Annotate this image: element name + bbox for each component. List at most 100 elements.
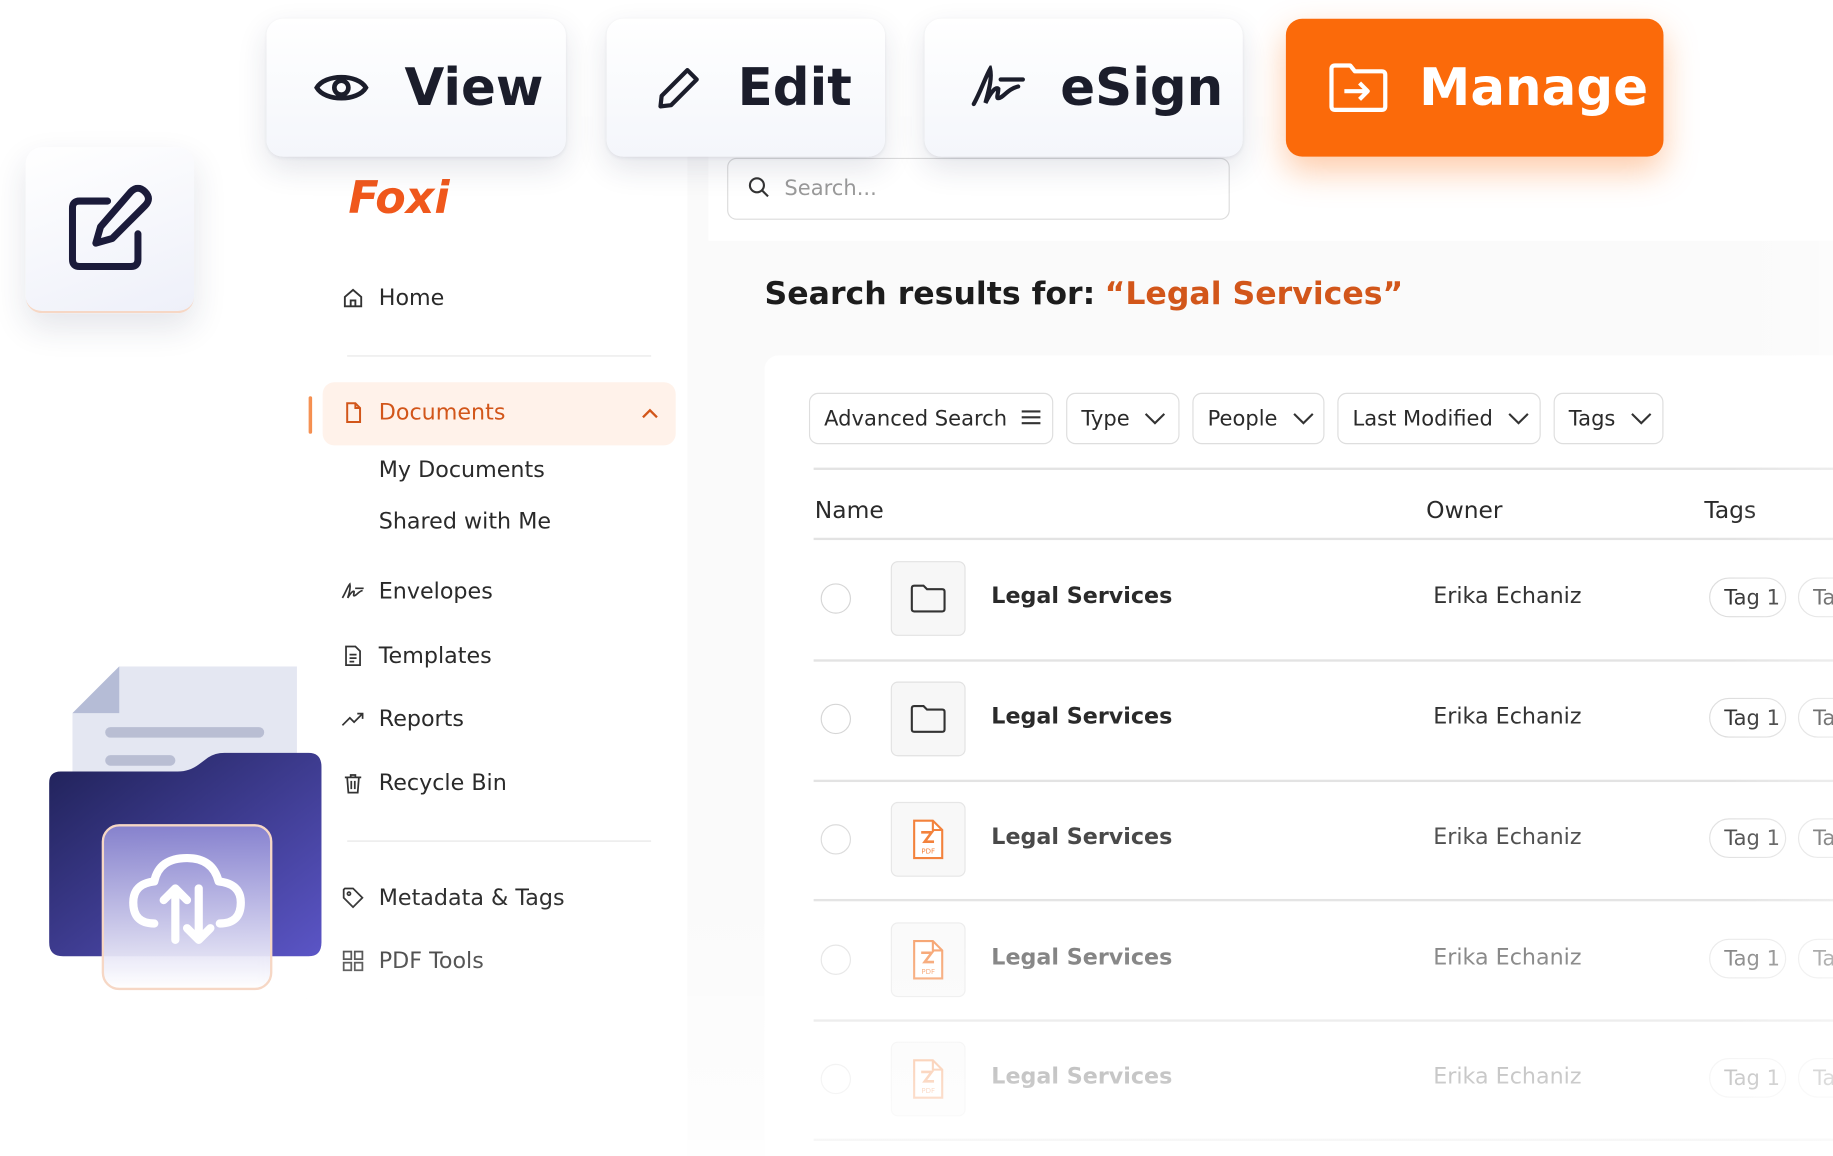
file-name[interactable]: Legal Services <box>991 1064 1172 1090</box>
column-header-name[interactable]: Name <box>815 496 884 524</box>
advanced-search-button[interactable]: Advanced Search <box>808 392 1054 445</box>
svg-text:PDF: PDF <box>921 846 935 855</box>
tag-chip[interactable]: Tag 1 <box>1709 697 1787 738</box>
sidebar-divider <box>347 355 652 357</box>
type-filter-dropdown[interactable]: Type <box>1066 392 1180 445</box>
file-owner: Erika Echaniz <box>1433 824 1582 850</box>
table-row[interactable]: Legal Services Erika Echaniz Tag 1 Tag 2 <box>814 660 1833 779</box>
row-checkbox[interactable] <box>820 824 852 855</box>
pdf-file-icon: PDF <box>913 819 944 860</box>
grid-icon <box>341 949 364 972</box>
sidebar-item-metadata-tags[interactable]: Metadata & Tags <box>341 885 565 911</box>
sidebar-divider <box>347 840 652 842</box>
chevron-down-icon <box>1507 406 1530 431</box>
trash-icon <box>341 772 364 795</box>
sidebar-item-pdf-tools[interactable]: PDF Tools <box>341 948 484 974</box>
edit-square-icon <box>68 184 152 271</box>
file-owner: Erika Echaniz <box>1433 1063 1582 1090</box>
sidebar-active-indicator <box>308 396 313 434</box>
people-filter-dropdown[interactable]: People <box>1192 392 1325 445</box>
eye-icon <box>314 74 369 101</box>
edit-feature-card <box>25 147 195 314</box>
sidebar-item-reports[interactable]: Reports <box>341 706 464 732</box>
sidebar-item-templates[interactable]: Templates <box>341 642 492 669</box>
view-label: View <box>404 57 544 118</box>
signature-icon <box>971 65 1025 107</box>
chevron-down-icon <box>1144 406 1167 431</box>
folder-thumbnail <box>890 681 966 757</box>
column-header-tags[interactable]: Tags <box>1704 496 1756 524</box>
filter-label: Last Modified <box>1352 406 1493 431</box>
edit-mode-button[interactable]: Edit <box>606 18 885 157</box>
filter-label: Advanced Search <box>824 406 1008 431</box>
column-header-owner[interactable]: Owner <box>1426 496 1502 524</box>
sidebar-item-label: Recycle Bin <box>378 770 507 797</box>
manage-label: Manage <box>1419 57 1649 118</box>
search-input[interactable] <box>784 176 1206 202</box>
tag-chip[interactable]: Tag 1 <box>1709 818 1787 859</box>
esign-label: eSign <box>1060 57 1224 118</box>
template-icon <box>341 644 364 667</box>
row-checkbox[interactable] <box>820 703 852 735</box>
search-icon <box>747 175 770 203</box>
results-heading: Search results for: “Legal Services” <box>765 276 1404 312</box>
foxit-logo: Foxit <box>348 173 472 224</box>
table-row[interactable]: Legal Services Erika Echaniz Tag 1 Tag 2 <box>814 540 1833 659</box>
filter-label: People <box>1207 406 1278 431</box>
sidebar-item-shared-with-me[interactable]: Shared with Me <box>379 509 551 535</box>
file-name[interactable]: Legal Services <box>991 945 1172 971</box>
row-checkbox[interactable] <box>820 583 852 614</box>
esign-mode-button[interactable]: eSign <box>924 18 1243 157</box>
row-divider <box>813 1138 1833 1141</box>
search-bar[interactable] <box>727 157 1230 220</box>
file-owner: Erika Echaniz <box>1433 703 1582 730</box>
table-row[interactable]: PDF Legal Services Erika Echaniz Tag 1 T… <box>814 781 1833 900</box>
table-row[interactable]: PDF Legal Services Erika Echaniz Tag 1 T… <box>814 1021 1833 1140</box>
table-row[interactable]: PDF Legal Services Erika Echaniz Tag 1 T… <box>814 901 1833 1020</box>
sidebar-item-documents[interactable]: Documents <box>341 400 659 426</box>
tags-filter-dropdown[interactable]: Tags <box>1553 392 1664 445</box>
sidebar-item-envelopes[interactable]: Envelopes <box>341 579 493 604</box>
pdf-file-icon: PDF <box>913 1059 944 1099</box>
pdf-thumbnail: PDF <box>890 1041 966 1117</box>
sidebar-item-home[interactable]: Home <box>341 285 444 311</box>
tag-chip[interactable]: Tag 2 <box>1797 697 1833 738</box>
sidebar-item-label: PDF Tools <box>378 948 484 974</box>
svg-text:Foxit: Foxit <box>348 173 451 220</box>
file-name[interactable]: Legal Services <box>991 583 1172 609</box>
view-mode-button[interactable]: View <box>266 18 566 157</box>
home-icon <box>341 286 364 309</box>
filter-label: Tags <box>1568 406 1616 431</box>
tag-icon <box>341 886 364 909</box>
tag-chip[interactable]: Tag 1 <box>1709 1057 1787 1098</box>
tag-chip[interactable]: Tag 1 <box>1709 577 1787 618</box>
tag-chip[interactable]: Tag 2 <box>1797 818 1833 859</box>
file-owner: Erika Echaniz <box>1433 583 1582 610</box>
sidebar-item-recycle-bin[interactable]: Recycle Bin <box>341 770 507 797</box>
sidebar <box>306 116 688 1156</box>
row-checkbox[interactable] <box>820 1063 852 1095</box>
tag-chip[interactable]: Tag 1 <box>1709 938 1787 979</box>
tag-chip[interactable]: Tag 2 <box>1797 1057 1833 1098</box>
chevron-up-icon[interactable] <box>641 400 660 426</box>
file-owner: Erika Echaniz <box>1433 944 1582 971</box>
tag-chip[interactable]: Tag 2 <box>1797 938 1833 979</box>
pdf-thumbnail: PDF <box>890 801 966 877</box>
manage-mode-button[interactable]: Manage <box>1285 18 1664 157</box>
file-name[interactable]: Legal Services <box>991 704 1172 730</box>
last-modified-filter-dropdown[interactable]: Last Modified <box>1337 392 1541 445</box>
tag-chip[interactable]: Tag 2 <box>1797 577 1833 618</box>
results-label: Search results for: <box>764 275 1096 313</box>
file-name[interactable]: Legal Services <box>991 824 1172 850</box>
svg-text:PDF: PDF <box>921 967 935 976</box>
sidebar-item-label: Documents <box>378 399 506 426</box>
chevron-down-icon <box>1292 406 1315 431</box>
filter-label: Type <box>1081 406 1130 431</box>
sidebar-item-my-documents[interactable]: My Documents <box>379 457 545 483</box>
folder-thumbnail <box>890 561 966 636</box>
document-icon <box>341 401 364 424</box>
sidebar-item-label: Reports <box>378 706 464 732</box>
row-checkbox[interactable] <box>820 944 852 975</box>
folder-icon <box>910 584 946 613</box>
sidebar-item-label: Templates <box>378 642 492 669</box>
